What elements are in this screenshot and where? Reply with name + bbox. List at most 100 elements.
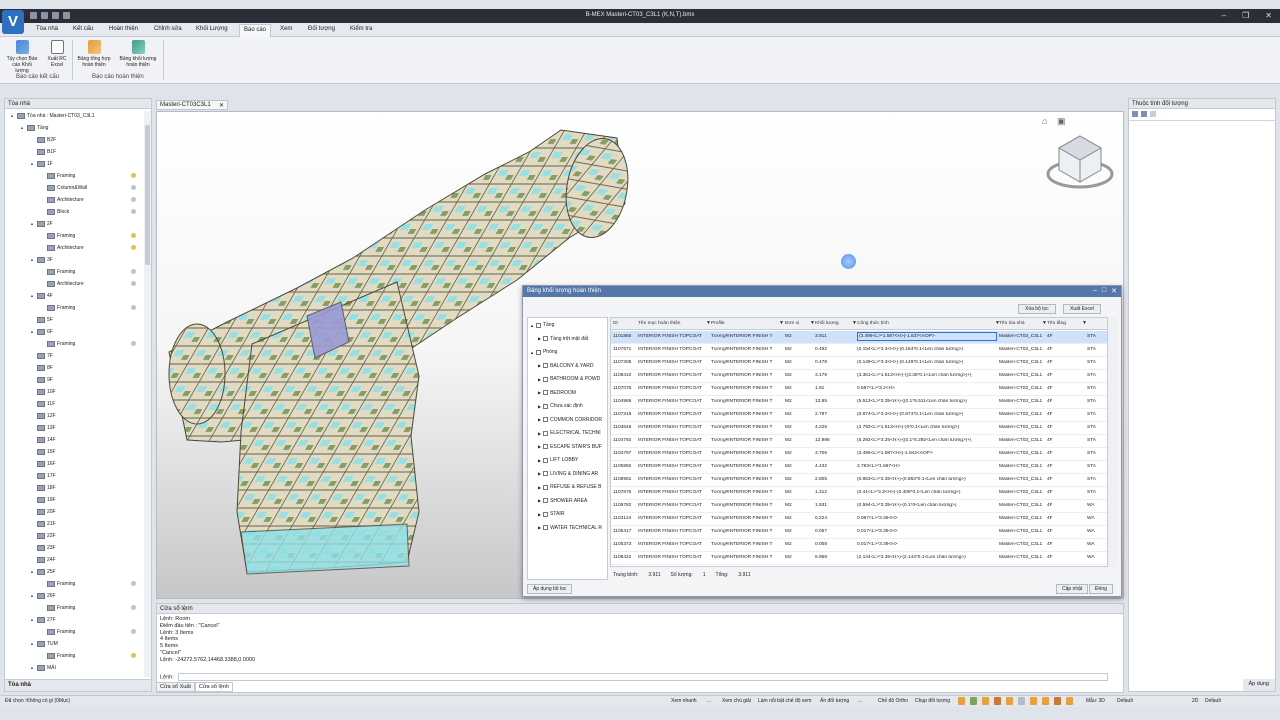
- tree-item[interactable]: B1F: [30, 147, 56, 157]
- column-header[interactable]: Tên tầng: [1047, 321, 1066, 326]
- tree-item[interactable]: 21F: [30, 519, 56, 529]
- snap-endpoint-icon[interactable]: [958, 697, 965, 705]
- visibility-bulb-icon[interactable]: [131, 581, 136, 586]
- object-snap-button[interactable]: Chụp đối tượng: [915, 698, 950, 704]
- table-row[interactable]: 1107308 INTERIOR FINISH TOPCOAT Tường#INTE…: [611, 357, 1107, 370]
- property-pages-icon[interactable]: [1150, 111, 1156, 117]
- filter-item[interactable]: ▶ SHOWER AREA: [538, 496, 587, 506]
- table-row[interactable]: 1105892 INTERIOR FINISH TOPCOAT Tường#INTE…: [611, 461, 1107, 474]
- snap-tangent-icon[interactable]: [1054, 697, 1061, 705]
- tab-output-window[interactable]: Cửa sổ Xuất: [156, 682, 195, 692]
- visibility-bulb-icon[interactable]: [131, 305, 136, 310]
- tab-command-window[interactable]: Cửa sổ lệnh: [194, 682, 233, 692]
- tree-item[interactable]: 17F: [30, 471, 56, 481]
- minimize-icon[interactable]: –: [1222, 11, 1226, 20]
- expand-arrow-icon[interactable]: ▶: [538, 444, 541, 449]
- expand-arrow-icon[interactable]: ▶: [538, 458, 541, 463]
- tree-item[interactable]: 5F: [30, 315, 53, 325]
- column-filter-icon[interactable]: ▼: [852, 320, 857, 326]
- tree-item[interactable]: 13F: [30, 423, 56, 433]
- tree-item[interactable]: 14F: [30, 435, 56, 445]
- maximize-icon[interactable]: □: [1102, 287, 1106, 295]
- template-3d-select[interactable]: Default: [1117, 698, 1133, 704]
- tree-item[interactable]: 9F: [30, 375, 53, 385]
- expand-arrow-icon[interactable]: ▲: [30, 292, 35, 300]
- filter-checkbox[interactable]: [543, 471, 549, 476]
- expand-arrow-icon[interactable]: ▶: [538, 512, 541, 517]
- table-row[interactable]: 1108422 INTERIOR FINISH TOPCOAT Tường#INTE…: [611, 552, 1107, 565]
- tree-item[interactable]: Framing: [40, 303, 75, 313]
- visibility-bulb-icon[interactable]: [131, 173, 136, 178]
- expand-arrow-icon[interactable]: ▲: [30, 592, 35, 600]
- menu-item[interactable]: Hoàn thiện: [109, 26, 138, 32]
- status-more[interactable]: ...: [707, 698, 711, 704]
- app-logo[interactable]: V: [2, 10, 24, 34]
- visibility-bulb-icon[interactable]: [131, 209, 136, 214]
- visibility-bulb-icon[interactable]: [131, 653, 136, 658]
- tree-item[interactable]: B2F: [30, 135, 56, 145]
- finish-summary-button[interactable]: Bảng tổng hợp hoàn thiện: [75, 40, 113, 68]
- table-row[interactable]: 1107671 INTERIOR FINISH TOPCOAT Tường#INTE…: [611, 344, 1107, 357]
- filter-checkbox[interactable]: [543, 525, 549, 530]
- visibility-bulb-icon[interactable]: [131, 605, 136, 610]
- snap-intersection-icon[interactable]: [1018, 697, 1025, 705]
- expand-arrow-icon[interactable]: ▶: [538, 390, 541, 395]
- expand-arrow-icon[interactable]: ▲: [30, 616, 35, 624]
- tree-item[interactable]: Architecture: [40, 279, 84, 289]
- close-icon[interactable]: ✕: [1111, 287, 1117, 295]
- column-header[interactable]: Profile: [711, 321, 725, 326]
- snap-midpoint-icon[interactable]: [970, 697, 977, 705]
- tree-scroll-thumb[interactable]: [145, 125, 150, 265]
- ortho-mode-button[interactable]: Chế độ Ortho: [878, 698, 908, 704]
- snap-center-icon[interactable]: [982, 697, 989, 705]
- filter-item[interactable]: ▶ WATER TECHNICAL R: [538, 523, 602, 533]
- table-row[interactable]: 1105317 INTERIOR FINISH TOPCOAT Tường#INTE…: [611, 526, 1107, 539]
- expand-arrow-icon[interactable]: ▲: [30, 256, 35, 264]
- tree-item[interactable]: ▲ 6F: [30, 327, 53, 337]
- filter-item[interactable]: ▶ STAIR: [538, 509, 564, 519]
- snap-node-icon[interactable]: [994, 697, 1001, 705]
- expand-arrow-icon[interactable]: ▲: [30, 664, 35, 672]
- command-input-field[interactable]: [178, 673, 1109, 681]
- export-excel-button[interactable]: Xuất Excel: [1063, 304, 1101, 314]
- expand-arrow-icon[interactable]: ▶: [538, 404, 541, 409]
- column-filter-icon[interactable]: ▼: [810, 320, 815, 326]
- column-filter-icon[interactable]: ▼: [779, 320, 784, 326]
- expand-arrow-icon[interactable]: ▲: [20, 124, 25, 132]
- filter-item[interactable]: ▶ Tầng trệt mặt đất: [538, 334, 588, 344]
- table-row[interactable]: 1104797 INTERIOR FINISH TOPCOAT Tường#INTE…: [611, 448, 1107, 461]
- visibility-bulb-icon[interactable]: [131, 281, 136, 286]
- expand-arrow-icon[interactable]: ▶: [538, 377, 541, 382]
- tree-item[interactable]: Framing: [40, 171, 75, 181]
- menu-item[interactable]: Khối Lượng: [196, 26, 228, 32]
- table-row[interactable]: 1107076 INTERIOR FINISH TOPCOAT Tường#INTE…: [611, 383, 1107, 396]
- filter-item[interactable]: ▶ BALCONY & YARD: [538, 361, 593, 371]
- visibility-bulb-icon[interactable]: [131, 233, 136, 238]
- tree-item[interactable]: Framing: [40, 579, 75, 589]
- maximize-icon[interactable]: ❐: [1242, 11, 1249, 20]
- sort-az-icon[interactable]: [1141, 111, 1147, 117]
- menu-item[interactable]: Đối tượng: [308, 26, 335, 32]
- expand-arrow-icon[interactable]: ▶: [538, 498, 541, 503]
- tree-item[interactable]: Framing: [40, 231, 75, 241]
- tree-item[interactable]: ▲ 4F: [30, 291, 53, 301]
- expand-arrow-icon[interactable]: ▲: [530, 323, 534, 328]
- document-tab[interactable]: Masteri-CT03C3L1 ✕: [156, 100, 228, 110]
- filter-checkbox[interactable]: [543, 457, 549, 463]
- table-row[interactable]: 1103124 INTERIOR FINISH TOPCOAT Tường#INTE…: [611, 513, 1107, 526]
- tree-item[interactable]: 24F: [30, 555, 56, 565]
- expand-arrow-icon[interactable]: ▲: [30, 160, 35, 168]
- filter-checkbox[interactable]: [543, 498, 549, 503]
- expand-arrow-icon[interactable]: ▶: [538, 525, 541, 530]
- tree-item[interactable]: Framing: [40, 651, 75, 661]
- tree-item[interactable]: Framing: [40, 339, 75, 349]
- filter-checkbox[interactable]: [543, 484, 549, 490]
- tree-item[interactable]: 20F: [30, 507, 56, 517]
- tree-item[interactable]: 19F: [30, 495, 56, 505]
- expand-arrow-icon[interactable]: ▲: [530, 350, 534, 355]
- menu-item[interactable]: Kiểm tra: [350, 26, 372, 32]
- tree-item[interactable]: ▲ 1F: [30, 159, 53, 169]
- tree-item[interactable]: 12F: [30, 411, 56, 421]
- tree-item[interactable]: 11F: [30, 399, 55, 409]
- column-header[interactable]: ID: [613, 321, 618, 326]
